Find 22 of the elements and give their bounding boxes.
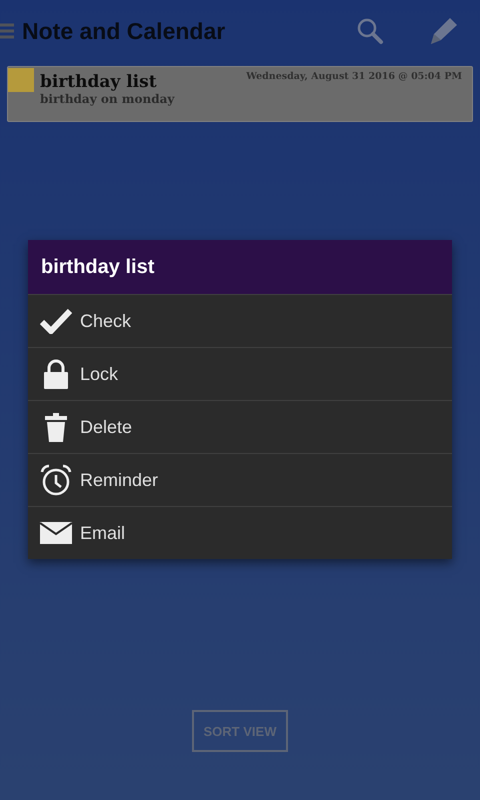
checkmark-icon [40, 308, 72, 334]
note-date: Wednesday, August 31 2016 @ 05:04 PM [246, 71, 462, 82]
app-title: Note and Calendar [22, 18, 226, 44]
menu-item[interactable]: Email [28, 506, 452, 559]
search-icon[interactable] [356, 17, 384, 45]
note-subtitle: birthday on monday [40, 92, 174, 106]
menu-item-label: Lock [80, 364, 118, 384]
envelope-icon [40, 522, 72, 544]
menu-item-label: Delete [80, 416, 132, 438]
menu-item[interactable]: Delete [28, 400, 452, 453]
menu-item[interactable]: Lock [28, 347, 452, 400]
menu-item-label: Check [80, 310, 132, 332]
dialog-title: birthday list [28, 240, 452, 294]
note-title: birthday list [40, 72, 158, 92]
menu-item-label: Reminder [80, 470, 158, 490]
pencil-icon[interactable] [428, 15, 460, 47]
note-card[interactable]: birthday list birthday on monday Wednesday, August 31 2016 @ 05:04 PM [7, 66, 473, 122]
menu-icon[interactable] [0, 21, 14, 41]
menu-item[interactable]: Check [28, 294, 452, 347]
alarm-clock-icon [40, 464, 72, 496]
menu-item[interactable]: Reminder [28, 453, 452, 506]
menu-item-label: Email [80, 522, 126, 544]
